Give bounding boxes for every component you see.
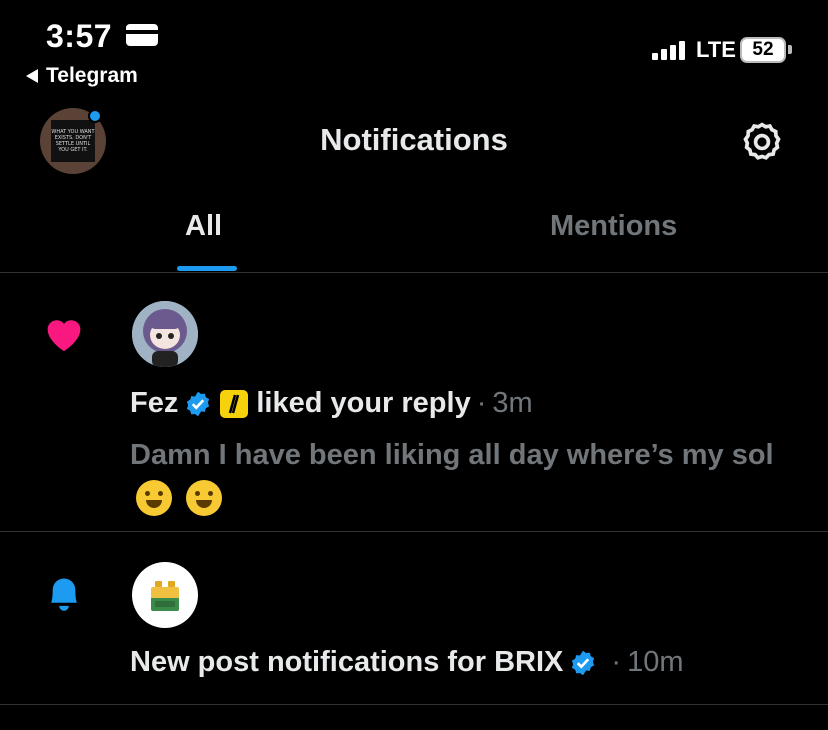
separator-dot: · <box>476 387 487 419</box>
notification-action: liked your reply <box>256 387 471 419</box>
notification-divider <box>0 531 828 532</box>
new-post-notification-line[interactable]: New post notifications for BRIX · 10m <box>130 646 684 679</box>
anime-avatar-icon <box>132 301 198 367</box>
battery-tip <box>788 45 792 54</box>
verified-badge-icon <box>572 650 595 675</box>
tab-mentions[interactable]: Mentions <box>550 210 677 243</box>
back-to-telegram-link[interactable]: Telegram <box>26 64 138 88</box>
sneezing-face-emoji-icon <box>136 480 172 517</box>
fez-avatar[interactable] <box>132 301 198 367</box>
back-arrow-icon <box>26 69 38 83</box>
brix-avatar[interactable] <box>132 562 198 628</box>
page-title: Notifications <box>320 122 508 157</box>
tears-of-joy-emoji-icon <box>186 480 223 517</box>
network-type: LTE <box>696 37 736 62</box>
brick-logo-icon <box>151 581 179 611</box>
notification-text: New post notifications for BRIX <box>130 646 564 678</box>
back-app-label: Telegram <box>46 64 138 87</box>
bell-icon <box>51 578 77 611</box>
user-name[interactable]: Fez <box>130 387 178 420</box>
tab-all[interactable]: All <box>185 210 222 243</box>
verified-badge-icon <box>187 391 210 416</box>
like-notification-line: Fez liked your reply · 3m <box>130 387 533 420</box>
status-time: 3:57 <box>46 18 113 54</box>
notification-time: 3m <box>492 387 533 419</box>
heart-icon <box>47 320 81 352</box>
signal-strength-icon <box>652 40 685 60</box>
tabs-divider <box>0 272 828 273</box>
separator-dot: · <box>611 646 622 678</box>
reply-preview[interactable]: Damn I have been liking all day where’s … <box>130 434 810 518</box>
gear-icon[interactable] <box>740 120 784 164</box>
wallet-card-icon <box>126 24 158 46</box>
affiliate-badge-icon <box>220 389 249 418</box>
reply-content: Damn I have been liking all day where’s … <box>130 439 774 471</box>
notification-divider <box>0 704 828 705</box>
active-tab-indicator <box>177 266 237 271</box>
unread-dot <box>88 109 102 123</box>
battery-level: 52 <box>752 39 774 60</box>
notification-time: 10m <box>627 646 684 678</box>
battery-icon: 52 <box>740 37 786 63</box>
